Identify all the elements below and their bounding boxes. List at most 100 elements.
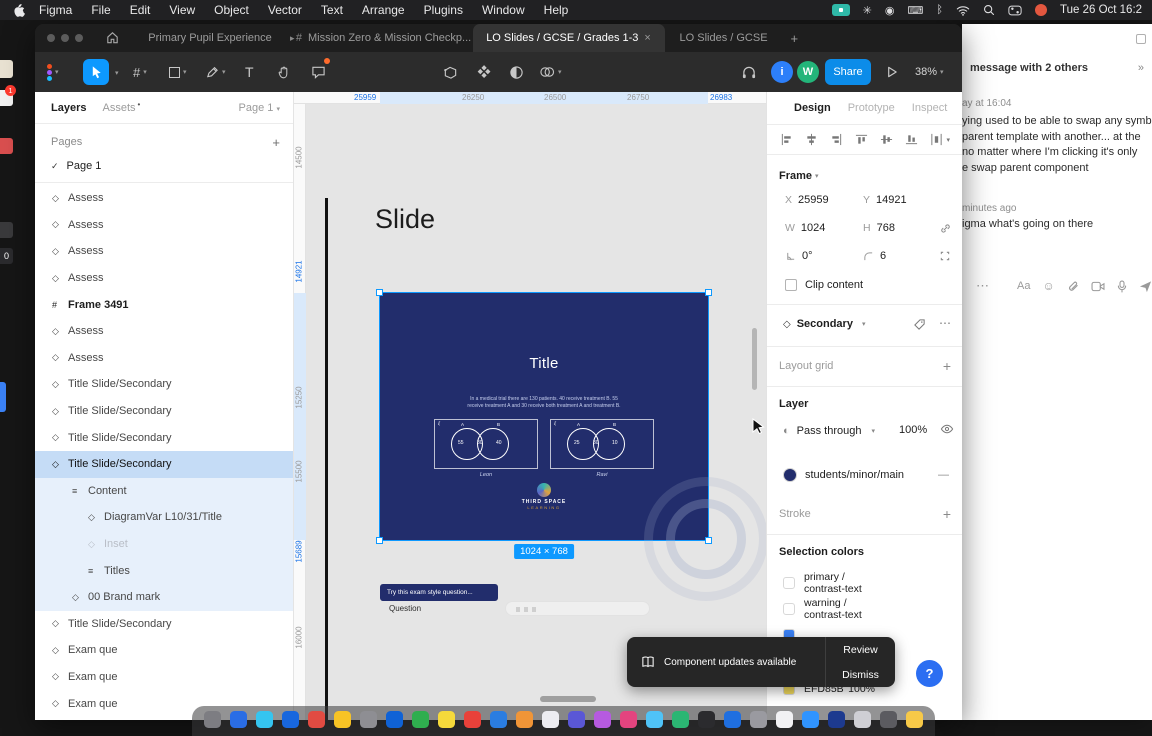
layer-row[interactable]: ◇ Exam que <box>35 637 293 664</box>
component-row[interactable]: ◇ Secondary ▾ <box>783 310 865 338</box>
layer-row[interactable]: ◇ Exam que <box>35 664 293 691</box>
present-button[interactable] <box>885 52 898 92</box>
question-label[interactable]: Question <box>389 604 421 613</box>
menubar-app-icon[interactable] <box>1035 4 1047 16</box>
width-field[interactable]: W 1024 <box>785 216 825 240</box>
color-swatch[interactable] <box>783 577 795 589</box>
height-field[interactable]: H 768 <box>863 216 895 240</box>
layer-row[interactable]: ◇ Assess <box>35 212 293 239</box>
menubar-item[interactable]: Help <box>544 3 569 17</box>
menubar-item[interactable]: Figma <box>39 3 72 17</box>
corner-radius-field[interactable]: 6 <box>863 244 886 268</box>
video-icon[interactable] <box>1091 281 1105 292</box>
selection-handle[interactable] <box>376 537 383 544</box>
align-top-icon[interactable] <box>855 133 868 146</box>
zoom-level-selector[interactable]: 38% ▾ <box>915 52 944 92</box>
menubar-item[interactable]: Text <box>321 3 343 17</box>
selection-handle[interactable] <box>705 289 712 296</box>
frame-tool[interactable]: # ▾ <box>133 52 147 92</box>
edit-object-button[interactable] <box>443 52 458 92</box>
fill-style-row[interactable]: students/minor/main — <box>767 462 962 488</box>
collapse-icon[interactable]: » <box>1138 62 1144 74</box>
canvas-divider-line[interactable] <box>325 198 328 720</box>
exam-question-button[interactable]: Try this exam style question... <box>380 584 498 601</box>
venn-diagram-right[interactable]: ξ A B 25 30 10 Ravi <box>550 419 654 478</box>
file-tab-active[interactable]: LO Slides / GCSE / Grades 1-3 × <box>472 24 665 52</box>
zoom-window-button[interactable] <box>75 34 83 42</box>
hand-tool[interactable] <box>277 52 291 92</box>
rotation-field[interactable]: 0° <box>785 244 813 268</box>
settings-icon[interactable]: ✳ <box>863 4 872 17</box>
menubar-clock[interactable]: Tue 26 Oct 16:2 <box>1060 4 1152 16</box>
wifi-icon[interactable] <box>956 5 970 16</box>
y-position-field[interactable]: Y 14921 <box>863 188 907 212</box>
menubar-item[interactable]: Object <box>214 3 249 17</box>
close-tab-icon[interactable]: × <box>644 32 650 44</box>
x-position-field[interactable]: X 25959 <box>785 188 829 212</box>
selection-color-row[interactable]: primary / contrast-text <box>767 570 962 596</box>
file-tab[interactable]: Primary Pupil Experience <box>130 24 290 52</box>
align-horizontal-center-icon[interactable] <box>805 133 818 146</box>
menubar-item[interactable]: Plugins <box>424 3 463 17</box>
spotlight-search-icon[interactable] <box>983 4 995 16</box>
control-center-icon[interactable] <box>1008 5 1022 16</box>
frame-section-header[interactable]: Frame ▾ <box>779 170 819 182</box>
question-scrubber[interactable] <box>505 601 650 616</box>
more-icon[interactable]: ⋯ <box>976 278 989 294</box>
text-tool[interactable]: T <box>245 52 254 92</box>
add-layout-grid-button[interactable]: + <box>943 358 951 374</box>
window-control-icon[interactable] <box>1136 34 1146 44</box>
mic-icon[interactable] <box>1117 279 1127 293</box>
bluetooth-icon[interactable]: ᛒ <box>936 4 943 16</box>
close-window-button[interactable] <box>47 34 55 42</box>
blend-mode-selector[interactable]: ◐ Pass through ▾ <box>783 418 875 444</box>
add-page-button[interactable]: + <box>272 135 280 150</box>
menubar-item[interactable]: View <box>169 3 195 17</box>
review-button[interactable]: Review <box>826 637 895 662</box>
new-tab-button[interactable]: + <box>791 31 799 46</box>
tab-inspect[interactable]: Inspect <box>912 102 947 114</box>
canvas-viewport[interactable]: 25959 26250 26500 26750 26983 14500 14921 1525… <box>294 92 766 720</box>
page-selector[interactable]: Page 1 ▾ <box>239 102 280 114</box>
selected-slide-frame[interactable]: Title In a medical trial there are 130 p… <box>376 289 712 544</box>
create-component-button[interactable] <box>476 52 491 92</box>
layer-row[interactable]: ≡ Content <box>35 477 293 505</box>
layer-visibility-icon[interactable] <box>940 423 954 435</box>
collaborator-avatar[interactable]: W <box>797 61 819 83</box>
component-more-icon[interactable]: ⋯ <box>939 316 951 330</box>
emoji-icon[interactable]: ☺ <box>1042 279 1054 293</box>
video-call-icon[interactable] <box>831 4 850 16</box>
attachment-icon[interactable] <box>1067 280 1079 293</box>
use-as-mask-button[interactable] <box>509 52 524 92</box>
shape-tool[interactable]: ▾ <box>169 52 187 92</box>
comment-tool[interactable] <box>311 52 330 92</box>
horizontal-scrollbar[interactable] <box>540 696 596 702</box>
file-tab[interactable]: LO Slides / GCSE <box>665 24 783 52</box>
keyboard-icon[interactable]: ⌨ <box>908 4 924 17</box>
canvas-heading-text[interactable]: Slide <box>375 204 435 235</box>
layer-row[interactable]: ≡ Titles <box>35 557 293 584</box>
checkbox[interactable] <box>785 279 797 291</box>
layer-row[interactable]: ◇ Title Slide/Secondary <box>35 371 293 398</box>
clip-content-checkbox[interactable]: Clip content <box>785 274 863 296</box>
layer-row[interactable]: ◇ Assess <box>35 238 293 265</box>
layer-row[interactable]: ◇ 00 Brand mark <box>35 583 293 611</box>
remove-fill-button[interactable]: — <box>938 469 949 481</box>
slide-title[interactable]: Title <box>380 355 708 372</box>
screen-record-icon[interactable]: ◉ <box>885 4 895 17</box>
align-vertical-center-icon[interactable] <box>880 133 893 146</box>
text-format-icon[interactable]: Aa <box>1017 280 1030 292</box>
main-menu-button[interactable]: ▾ <box>47 52 59 92</box>
selection-handle[interactable] <box>376 289 383 296</box>
send-icon[interactable] <box>1139 280 1152 293</box>
add-stroke-button[interactable]: + <box>943 506 951 522</box>
selection-handle[interactable] <box>705 537 712 544</box>
tab-assets[interactable]: Assets <box>102 102 135 114</box>
layer-row[interactable]: ◇ Title Slide/Secondary <box>35 424 293 451</box>
boolean-groups-button[interactable]: ▾ <box>539 52 562 92</box>
slide-body-text[interactable]: In a medical trial there are 130 patient… <box>380 396 708 409</box>
menubar-item[interactable]: Arrange <box>362 3 405 17</box>
layer-row[interactable]: ◇ Assess <box>35 265 293 292</box>
dismiss-button[interactable]: Dismiss <box>826 662 895 687</box>
layer-row[interactable]: ◇ Title Slide/Secondary <box>35 611 293 638</box>
